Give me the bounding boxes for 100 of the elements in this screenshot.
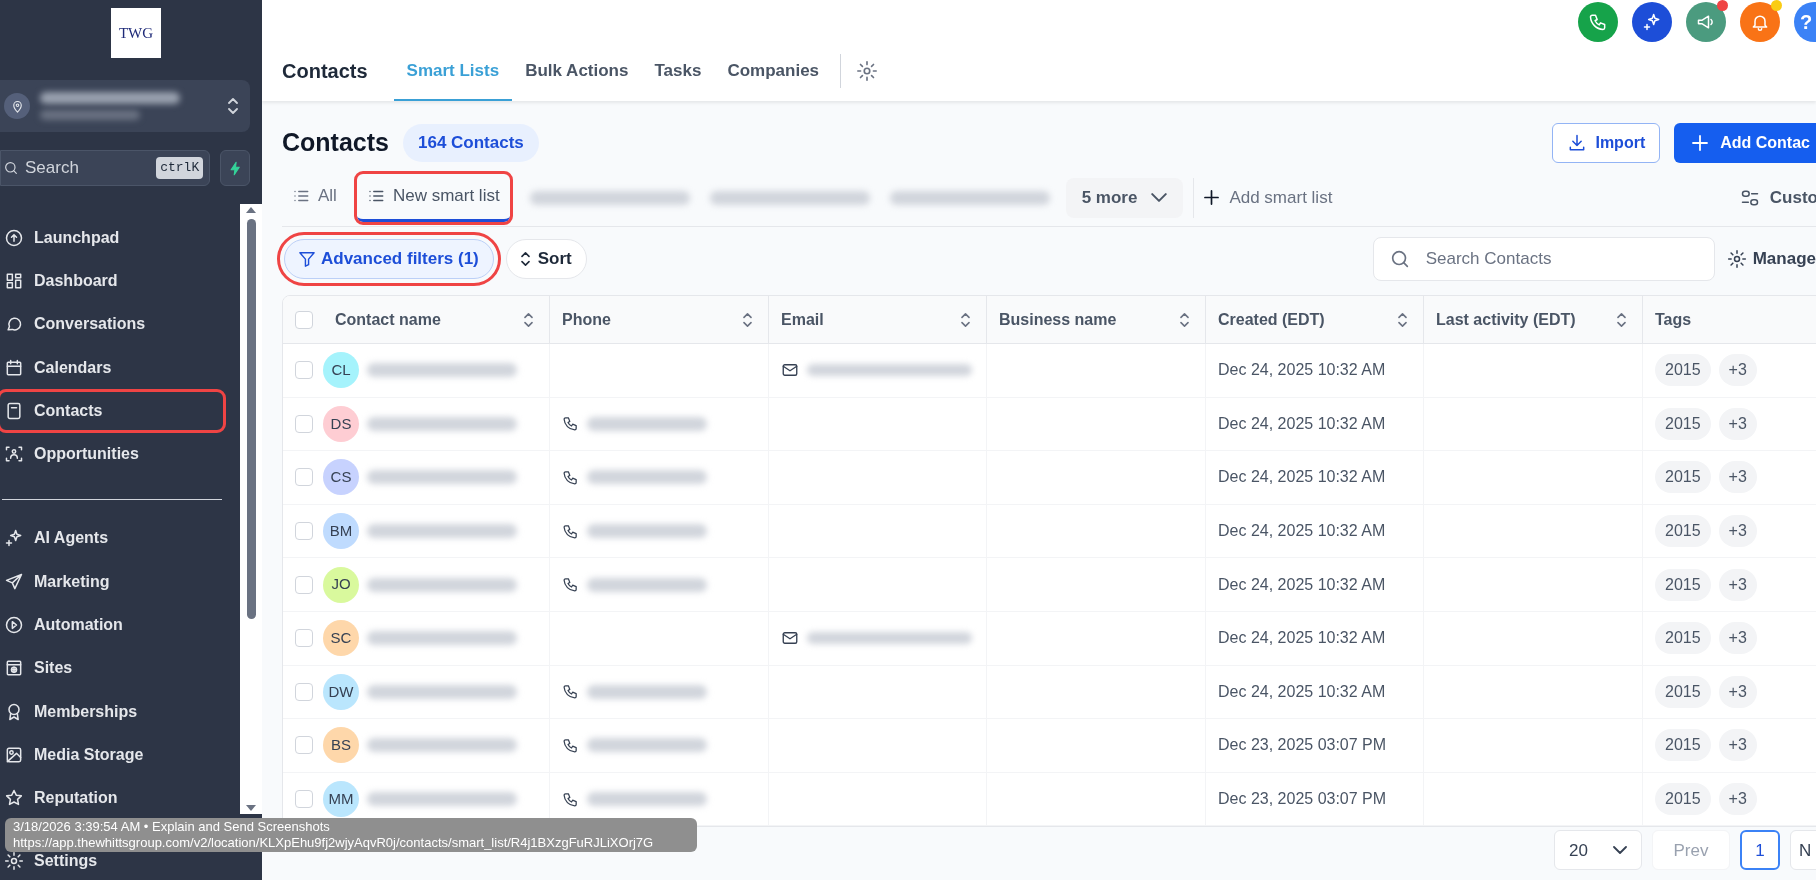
checkbox[interactable] <box>295 736 313 755</box>
sidebar-item[interactable]: Marketing <box>0 563 223 601</box>
tag: +3 <box>1718 675 1757 708</box>
sidebar-item[interactable]: Reputation <box>0 779 223 817</box>
more-lists-dropdown[interactable]: 5 more <box>1065 177 1184 218</box>
megaphone-button[interactable] <box>1686 2 1726 42</box>
tooltip-title: 3/18/2026 3:39:54 AM • Explain and Send Screenshots <box>13 819 331 835</box>
sparkle-button[interactable] <box>1632 2 1672 42</box>
table-cell-text: Dec 24, 2025 10:32 AM <box>1218 574 1386 595</box>
plus-icon <box>1692 135 1709 151</box>
import-button[interactable]: Import <box>1552 123 1661 163</box>
column-header[interactable]: Contact name <box>335 307 516 332</box>
checkbox[interactable] <box>295 522 313 541</box>
sort-button[interactable]: Sort <box>505 239 587 279</box>
checkbox[interactable] <box>295 790 313 809</box>
scroll-down-icon[interactable] <box>246 805 256 811</box>
chevron-down-icon <box>1151 193 1168 202</box>
play-circle-icon <box>4 615 24 636</box>
sort-icon <box>520 252 530 266</box>
tag: 2015 <box>1655 783 1711 816</box>
contact-count-badge: 164 Contacts <box>402 124 539 162</box>
megaphone-icon <box>1696 12 1716 32</box>
table-cell-text: Dec 23, 2025 03:07 PM <box>1218 735 1387 756</box>
table-cell-text: Dec 24, 2025 10:32 AM <box>1218 681 1386 702</box>
table-cell-text: Dec 24, 2025 10:32 AM <box>1218 413 1386 434</box>
sidebar-item[interactable]: Memberships <box>0 693 223 731</box>
shortcut-key: ctrlK <box>156 157 204 179</box>
sidebar-item[interactable]: Opportunities <box>0 435 223 473</box>
table-cell-text: Dec 24, 2025 10:32 AM <box>1218 467 1386 488</box>
table-cell-text: Dec 23, 2025 03:07 PM <box>1218 789 1387 810</box>
tag: +3 <box>1718 783 1757 816</box>
search-field[interactable]: Search ctrlK <box>0 150 211 186</box>
sidebar-item[interactable]: Dashboard <box>0 262 223 300</box>
page-size-dropdown[interactable]: 20 <box>1554 830 1642 871</box>
tag: +3 <box>1718 354 1757 387</box>
calendar-icon <box>4 357 24 378</box>
avatar: BM <box>323 513 359 550</box>
checkbox[interactable] <box>295 575 313 594</box>
sidebar-item[interactable]: Calendars <box>0 348 223 387</box>
column-header[interactable]: Email <box>781 307 953 332</box>
checkbox[interactable] <box>295 361 313 380</box>
column-header[interactable]: Phone <box>562 307 735 332</box>
sidebar-item[interactable]: Conversations <box>0 305 223 343</box>
settings-icon <box>4 851 24 872</box>
checkbox[interactable] <box>295 310 313 329</box>
nav-tab[interactable]: Companies <box>714 48 833 101</box>
checkbox[interactable] <box>295 629 313 648</box>
chevron-updown-icon <box>228 98 238 114</box>
smart-list-tab[interactable]: New smart list <box>356 173 510 222</box>
tag: +3 <box>1718 407 1757 440</box>
tag: +3 <box>1718 461 1757 494</box>
tag: 2015 <box>1655 354 1711 387</box>
avatar: SC <box>323 620 359 657</box>
tag: 2015 <box>1655 407 1711 440</box>
next-button[interactable]: N <box>1790 830 1816 871</box>
contacts-search-field[interactable]: Search Contacts <box>1372 237 1715 281</box>
checkbox[interactable] <box>295 468 313 487</box>
search-icon <box>3 160 19 176</box>
tag: 2015 <box>1655 675 1711 708</box>
manage-button[interactable]: Manage <box>1726 246 1816 272</box>
sidebar-item[interactable]: Settings <box>0 849 223 874</box>
chevron-down-icon <box>1613 846 1627 855</box>
scroll-up-icon[interactable] <box>246 207 256 213</box>
help-button[interactable]: ? <box>1794 2 1816 42</box>
quick-action-button[interactable] <box>220 150 250 186</box>
checkbox[interactable] <box>295 682 313 701</box>
table-cell-text: Dec 24, 2025 10:32 AM <box>1218 360 1386 381</box>
location-pin-icon <box>4 93 30 119</box>
avatar: MM <box>323 781 359 818</box>
avatar: DS <box>323 405 359 442</box>
sparkle-icon <box>4 528 24 549</box>
nav-tab[interactable]: Tasks <box>641 48 715 101</box>
sidebar-item[interactable]: Automation <box>0 606 223 644</box>
table-cell-text: Dec 24, 2025 10:32 AM <box>1218 628 1386 649</box>
column-header[interactable]: Tags <box>1655 307 1816 332</box>
settings-icon <box>856 59 879 82</box>
scrollbar[interactable] <box>240 204 262 814</box>
sidebar-item[interactable]: Contacts <box>0 392 223 430</box>
tag: +3 <box>1718 622 1757 655</box>
sidebar-item[interactable]: Media Storage <box>0 736 223 774</box>
sparkle-icon <box>1642 12 1662 32</box>
tag: +3 <box>1718 729 1757 762</box>
bell-button[interactable] <box>1740 2 1780 42</box>
smart-list-tab[interactable]: All <box>282 173 347 222</box>
column-header[interactable]: Last activity (EDT) <box>1436 307 1609 332</box>
add-smart-list-button[interactable]: Add smart list <box>1204 184 1333 211</box>
sidebar-item[interactable]: Launchpad <box>0 219 223 257</box>
tag: 2015 <box>1655 461 1711 494</box>
page-button[interactable]: 1 <box>1740 830 1780 871</box>
column-header[interactable]: Created (EDT) <box>1218 307 1390 332</box>
sidebar-item[interactable]: Sites <box>0 649 223 688</box>
checkbox[interactable] <box>295 414 313 433</box>
tag: +3 <box>1718 515 1757 548</box>
sidebar-item[interactable]: AI Agents <box>0 519 223 558</box>
phone-button[interactable] <box>1578 2 1618 42</box>
tag: 2015 <box>1655 622 1711 655</box>
add-contact-button[interactable]: Add Contac <box>1674 123 1816 163</box>
nav-tab[interactable]: Bulk Actions <box>512 48 642 101</box>
account-switcher[interactable] <box>0 80 250 132</box>
column-header[interactable]: Business name <box>999 307 1172 332</box>
